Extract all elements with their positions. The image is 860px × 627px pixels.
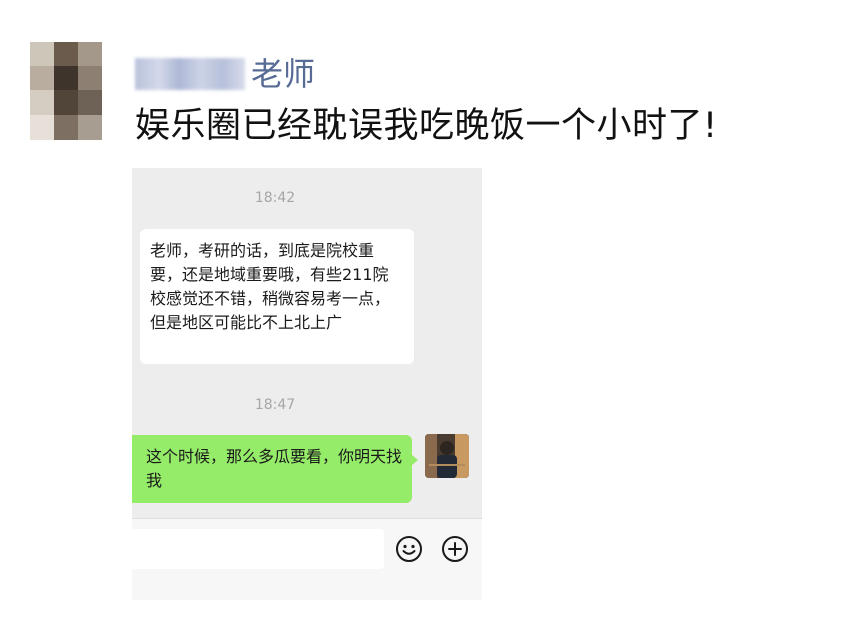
self-avatar-photo: [425, 434, 469, 478]
self-avatar[interactable]: [425, 434, 469, 478]
incoming-message-bubble: 老师，考研的话，到底是院校重要，还是地域重要哦，有些211院校感觉还不错，稍微容…: [140, 229, 414, 364]
message-input[interactable]: [132, 529, 384, 569]
plus-circle-icon[interactable]: [441, 535, 469, 563]
post-text: 娱乐圈已经耽误我吃晚饭一个小时了!: [135, 106, 718, 146]
smiley-face-icon[interactable]: [395, 535, 423, 563]
blurred-name: [135, 58, 245, 90]
author-avatar[interactable]: [30, 42, 102, 140]
timestamp: 18:42: [254, 190, 296, 206]
timestamp: 18:47: [254, 397, 296, 413]
author-name[interactable]: 老师: [251, 52, 315, 96]
author-name-row[interactable]: 老师: [135, 52, 315, 96]
chat-screenshot[interactable]: 18:42 老师，考研的话，到底是院校重要，还是地域重要哦，有些211院校感觉还…: [132, 168, 482, 600]
bubble-tail: [411, 454, 418, 466]
outgoing-message-bubble: 这个时候，那么多瓜要看，你明天找我: [132, 435, 412, 503]
input-bar: [132, 518, 482, 600]
